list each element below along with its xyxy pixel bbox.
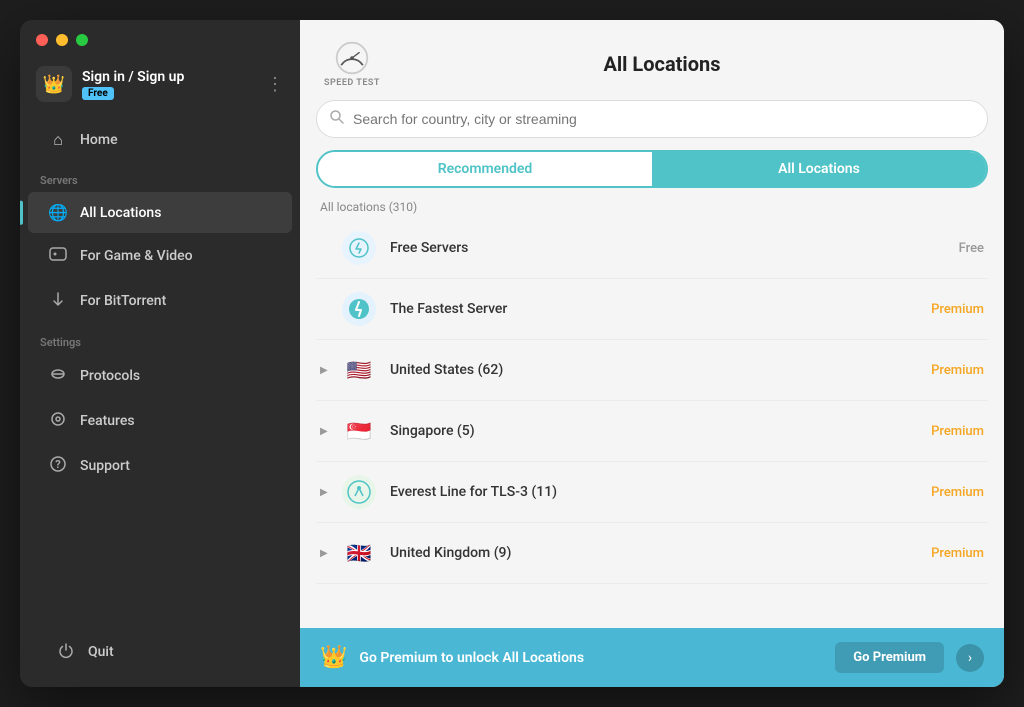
expand-icon: ▶ [320, 365, 336, 376]
power-icon [56, 641, 76, 663]
tab-bar: Recommended All Locations [316, 150, 988, 188]
banner-arrow-icon[interactable]: › [956, 644, 984, 672]
window-close-button[interactable] [36, 34, 48, 46]
sidebar-item-label: Features [80, 413, 135, 429]
fastest-server-icon [342, 292, 376, 326]
home-icon: ⌂ [48, 130, 68, 150]
sidebar-item-all-locations[interactable]: 🌐 All Locations [28, 192, 292, 233]
speedometer-icon [334, 40, 370, 76]
search-bar [316, 100, 988, 138]
free-badge: Free [82, 87, 114, 100]
search-input[interactable] [316, 100, 988, 138]
list-item[interactable]: ▶ 🇺🇸 United States (62) Premium [316, 340, 988, 401]
expand-icon: ▶ [320, 487, 336, 498]
sidebar-header: 👑 Sign in / Sign up Free ⋮ [20, 50, 300, 114]
sidebar: 👑 Sign in / Sign up Free ⋮ ⌂ Home Server… [20, 20, 300, 687]
location-badge: Premium [931, 302, 984, 317]
sidebar-item-game-video[interactable]: For Game & Video [28, 234, 292, 278]
locations-count: All locations (310) [300, 196, 1004, 218]
support-icon: ? [48, 455, 68, 477]
tab-recommended[interactable]: Recommended [318, 152, 652, 186]
sidebar-item-label: All Locations [80, 205, 161, 221]
expand-icon: ▶ [320, 426, 336, 437]
speed-test-widget[interactable]: SPEED TEST [324, 40, 380, 88]
sidebar-item-protocols[interactable]: Protocols [28, 354, 292, 398]
svg-text:?: ? [55, 458, 61, 471]
list-item[interactable]: The Fastest Server Premium [316, 279, 988, 340]
uk-flag: 🇬🇧 [342, 536, 376, 570]
everest-icon [342, 475, 376, 509]
sidebar-item-support[interactable]: ? Support [28, 444, 292, 488]
page-title: All Locations [396, 52, 928, 76]
expand-icon: ▶ [320, 548, 336, 559]
list-item[interactable]: ▶ 🇬🇧 United Kingdom (9) Premium [316, 523, 988, 584]
brand-name: Sign in / Sign up [82, 69, 184, 85]
torrent-icon [48, 290, 68, 312]
list-item[interactable]: ▶ 🇸🇬 Singapore (5) Premium [316, 401, 988, 462]
search-icon [330, 110, 344, 128]
go-premium-button[interactable]: Go Premium [835, 642, 944, 673]
brand-area: 👑 Sign in / Sign up Free [36, 66, 184, 102]
location-name: The Fastest Server [390, 301, 931, 317]
sidebar-item-features[interactable]: Features [28, 399, 292, 443]
location-name: United States (62) [390, 362, 931, 378]
quit-button[interactable]: Quit [36, 630, 284, 674]
globe-icon: 🌐 [48, 203, 68, 222]
sidebar-item-label: For BitTorrent [80, 293, 166, 309]
location-badge: Free [959, 241, 984, 256]
location-badge: Premium [931, 485, 984, 500]
list-item[interactable]: ▶ Everest Line for TLS-3 (11) Premium [316, 462, 988, 523]
location-name: Free Servers [390, 240, 959, 256]
location-badge: Premium [931, 363, 984, 378]
window-maximize-button[interactable] [76, 34, 88, 46]
main-header: SPEED TEST All Locations [300, 20, 1004, 100]
location-name: Singapore (5) [390, 423, 931, 439]
location-name: United Kingdom (9) [390, 545, 931, 561]
banner-text: Go Premium to unlock All Locations [359, 650, 823, 666]
sidebar-item-label: Support [80, 458, 130, 474]
sidebar-item-home[interactable]: ⌂ Home [28, 119, 292, 161]
sidebar-item-label: For Game & Video [80, 248, 193, 264]
app-window: 👑 Sign in / Sign up Free ⋮ ⌂ Home Server… [20, 20, 1004, 687]
protocols-icon [48, 365, 68, 387]
quit-label: Quit [88, 644, 114, 660]
game-icon [48, 245, 68, 267]
sidebar-item-label: Protocols [80, 368, 140, 384]
location-name: Everest Line for TLS-3 (11) [390, 484, 931, 500]
window-minimize-button[interactable] [56, 34, 68, 46]
brand-text: Sign in / Sign up Free [82, 69, 184, 100]
sidebar-footer: Quit [20, 617, 300, 687]
main-content: SPEED TEST All Locations Recommended All… [300, 20, 1004, 687]
tab-all-locations[interactable]: All Locations [652, 152, 986, 186]
sidebar-item-bittorrent[interactable]: For BitTorrent [28, 279, 292, 323]
sg-flag: 🇸🇬 [342, 414, 376, 448]
crown-icon: 👑 [36, 66, 72, 102]
premium-banner[interactable]: 👑 Go Premium to unlock All Locations Go … [300, 628, 1004, 687]
sidebar-nav: ⌂ Home Servers 🌐 All Locations For Game … [20, 114, 300, 617]
features-icon [48, 410, 68, 432]
free-servers-icon [342, 231, 376, 265]
settings-section-label: Settings [20, 324, 300, 353]
sidebar-item-label: Home [80, 132, 118, 148]
locations-list: Free Servers Free The Fastest Server Pre… [300, 218, 1004, 628]
more-options-icon[interactable]: ⋮ [266, 74, 284, 95]
location-badge: Premium [931, 424, 984, 439]
us-flag: 🇺🇸 [342, 353, 376, 387]
banner-crown-icon: 👑 [320, 645, 347, 670]
list-item[interactable]: Free Servers Free [316, 218, 988, 279]
speed-test-label: SPEED TEST [324, 78, 380, 88]
location-badge: Premium [931, 546, 984, 561]
servers-section-label: Servers [20, 162, 300, 191]
